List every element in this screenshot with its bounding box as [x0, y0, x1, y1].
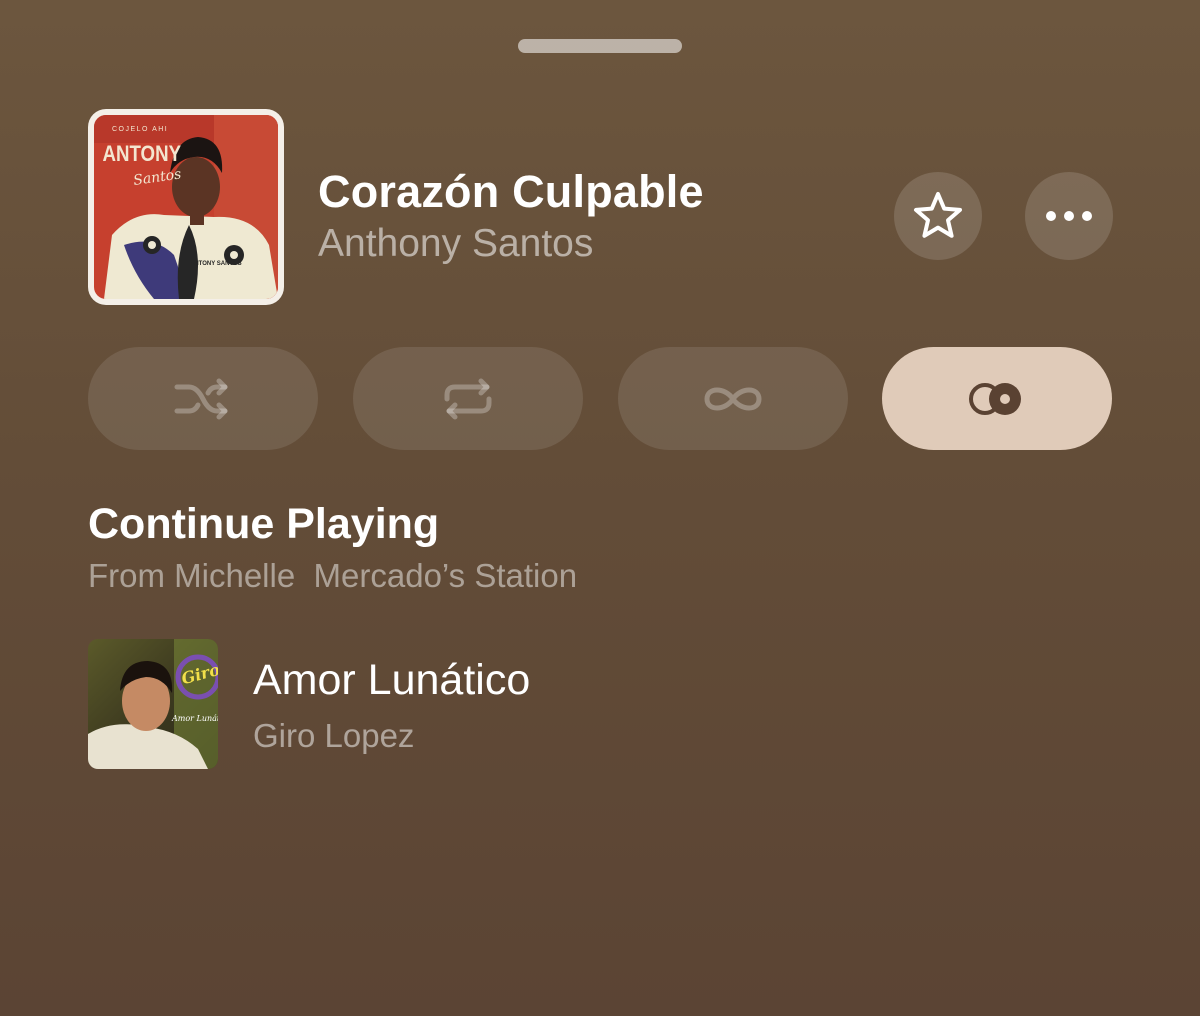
crossfade-button[interactable]	[882, 347, 1112, 450]
now-playing-artwork: COJELO AHI ANTONY Santos ANTONY SANTOS	[88, 109, 284, 305]
ellipsis-icon	[1046, 211, 1092, 221]
artwork-artist-text: ANTONY	[103, 143, 182, 167]
queue-item-artwork: Giro Amor Lunático	[88, 639, 218, 769]
more-options-button[interactable]	[1025, 172, 1113, 260]
favorite-button[interactable]	[894, 172, 982, 260]
queue-item-artist: Giro Lopez	[253, 717, 415, 754]
repeat-button[interactable]	[353, 347, 583, 450]
star-icon	[914, 192, 962, 238]
artwork-jacket-text: ANTONY SANTOS	[190, 261, 242, 267]
queue-artwork-album-text: Amor Lunático	[171, 714, 218, 723]
infinity-icon	[704, 387, 762, 410]
artwork-subtitle-text: COJELO AHI	[112, 126, 168, 133]
queue-item[interactable]: Giro Amor Lunático Amor Lunático Giro Lo…	[88, 638, 788, 770]
now-playing-title[interactable]: Corazón Culpable	[318, 166, 704, 218]
sheet-grabber[interactable]	[518, 39, 682, 53]
queue-item-title: Amor Lunático	[253, 656, 531, 704]
crossfade-icon	[969, 382, 1021, 415]
continue-playing-title: Continue Playing	[88, 500, 440, 548]
autoplay-infinity-button[interactable]	[618, 347, 848, 450]
continue-playing-source[interactable]: From Michelle Mercado’s Station	[88, 557, 577, 595]
repeat-icon	[444, 378, 492, 419]
shuffle-button[interactable]	[88, 347, 318, 450]
now-playing-artist[interactable]: Anthony Santos	[318, 222, 593, 266]
shuffle-icon	[174, 378, 228, 419]
